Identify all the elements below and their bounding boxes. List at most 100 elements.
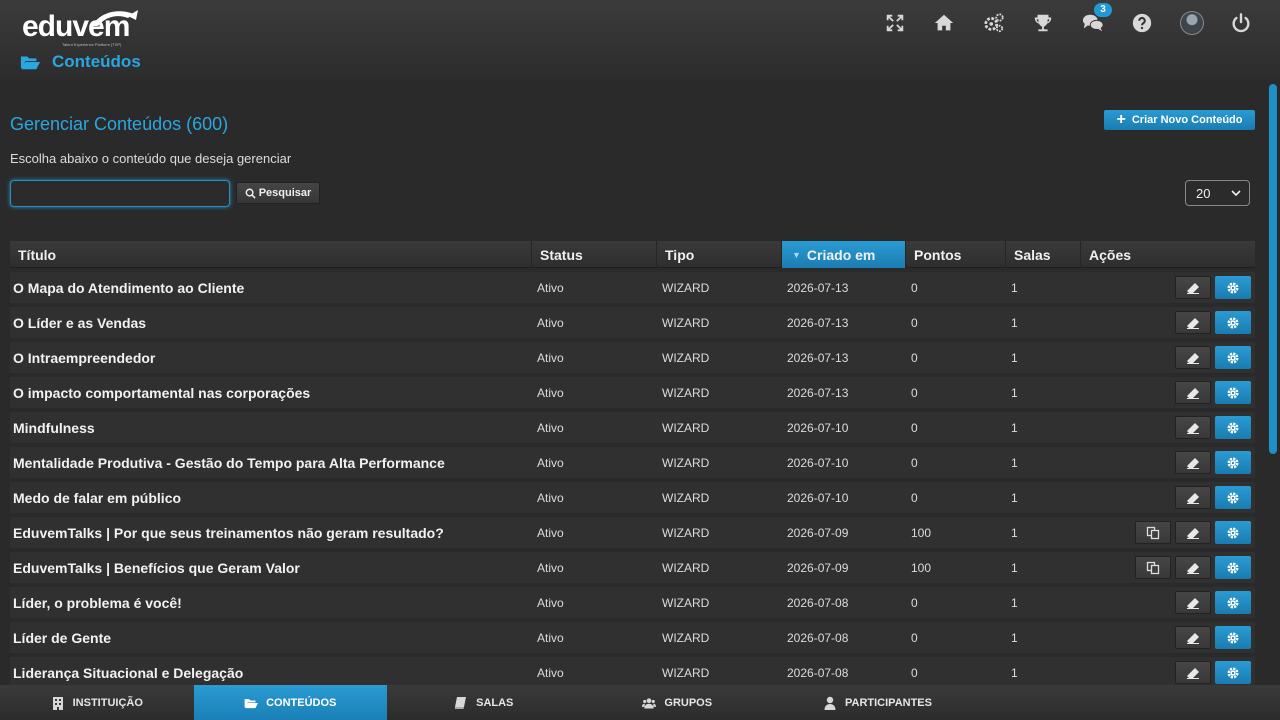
gear-icon <box>1227 387 1239 398</box>
page-subtitle: Escolha abaixo o conteúdo que deseja ger… <box>10 151 292 166</box>
nav-salas[interactable]: SALAS <box>387 685 581 720</box>
row-actions <box>1081 346 1255 369</box>
row-type: WIZARD <box>662 525 710 540</box>
nav-conteudos[interactable]: CONTEÚDOS <box>193 685 387 720</box>
chevron-down-icon <box>1231 190 1241 197</box>
row-rooms: 1 <box>1011 595 1018 610</box>
eduvem-logo[interactable]: eduvem Talent Experience Platform (TXP) <box>22 4 142 48</box>
copy-button[interactable] <box>1135 521 1171 544</box>
row-title[interactable]: EduvemTalks | Por que seus treinamentos … <box>10 517 532 548</box>
profile-button[interactable] <box>1167 8 1217 38</box>
row-title[interactable]: O Intraempreendedor <box>10 342 532 373</box>
settings-button[interactable] <box>1215 381 1251 404</box>
row-title[interactable]: EduvemTalks | Benefícios que Geram Valor <box>10 552 532 583</box>
settings-button[interactable] <box>1215 276 1251 299</box>
search-button[interactable]: Pesquisar <box>236 182 320 204</box>
nav-participantes[interactable]: PARTICIPANTES <box>774 685 981 720</box>
edit-button[interactable] <box>1175 451 1211 474</box>
settings-button[interactable] <box>1215 451 1251 474</box>
row-title[interactable]: O impacto comportamental nas corporações <box>10 377 532 408</box>
edit-button[interactable] <box>1175 661 1211 684</box>
copy-button[interactable] <box>1135 556 1171 579</box>
edit-button[interactable] <box>1175 521 1211 544</box>
row-title[interactable]: Liderança Situacional e Delegação <box>10 657 532 685</box>
row-points: 100 <box>911 560 932 575</box>
row-title[interactable]: Mentalidade Produtiva - Gestão do Tempo … <box>10 447 532 478</box>
row-title[interactable]: O Líder e as Vendas <box>10 307 532 338</box>
fullscreen-button[interactable] <box>870 8 920 38</box>
notification-badge: 3 <box>1094 3 1112 17</box>
eraser-icon <box>1187 282 1199 294</box>
edit-button[interactable] <box>1175 626 1211 649</box>
power-icon <box>1232 13 1250 33</box>
row-title[interactable]: Mindfulness <box>10 412 532 443</box>
column-header-points[interactable]: Pontos <box>906 241 1006 268</box>
table-row[interactable]: EduvemTalks | Benefícios que Geram Valor… <box>10 552 1255 583</box>
edit-button[interactable] <box>1175 346 1211 369</box>
row-title[interactable]: Líder, o problema é você! <box>10 587 532 618</box>
column-header-type[interactable]: Tipo <box>657 241 782 268</box>
table-row[interactable]: Líder de Gente Ativo WIZARD 2026-07-08 0 1 <box>10 622 1255 653</box>
column-header-status[interactable]: Status <box>532 241 657 268</box>
settings-button[interactable] <box>1215 556 1251 579</box>
settings-button[interactable] <box>1215 626 1251 649</box>
settings-button[interactable] <box>1215 346 1251 369</box>
create-content-button[interactable]: + Criar Novo Conteúdo <box>1104 110 1255 130</box>
table-row[interactable]: O Intraempreendedor Ativo WIZARD 2026-07-13… <box>10 342 1255 373</box>
table-row[interactable]: O Líder e as Vendas Ativo WIZARD 2026-07-13… <box>10 307 1255 338</box>
table-row[interactable]: Medo de falar em público Ativo WIZARD 2026-… <box>10 482 1255 513</box>
table-row[interactable]: Mindfulness Ativo WIZARD 2026-07-10 0 1 <box>10 412 1255 443</box>
nav-grupos[interactable]: GRUPOS <box>581 685 775 720</box>
table-row[interactable]: EduvemTalks | Por que seus treinamentos … <box>10 517 1255 548</box>
row-title[interactable]: Medo de falar em público <box>10 482 532 513</box>
eraser-icon <box>1187 387 1199 399</box>
search-input[interactable] <box>10 180 230 207</box>
breadcrumb: Conteúdos <box>20 52 141 72</box>
row-title[interactable]: O Mapa do Atendimento ao Cliente <box>10 272 532 303</box>
row-created: 2026-07-08 <box>787 630 849 645</box>
row-type: WIZARD <box>662 630 710 645</box>
edit-button[interactable] <box>1175 591 1211 614</box>
row-title[interactable]: Líder de Gente <box>10 622 532 653</box>
page-size-select[interactable]: 20 <box>1185 180 1250 206</box>
row-rooms: 1 <box>1011 665 1018 680</box>
table-row[interactable]: O Mapa do Atendimento ao Cliente Ativo WIZ… <box>10 272 1255 303</box>
breadcrumb-label[interactable]: Conteúdos <box>52 52 141 72</box>
help-button[interactable] <box>1118 8 1168 38</box>
scrollbar-thumb[interactable] <box>1269 84 1277 454</box>
settings-button[interactable] <box>1215 521 1251 544</box>
row-type: WIZARD <box>662 280 710 295</box>
top-header: eduvem Talent Experience Platform (TXP) … <box>0 0 1280 80</box>
settings-button[interactable] <box>1215 486 1251 509</box>
home-button[interactable] <box>920 8 970 38</box>
row-actions <box>1081 451 1255 474</box>
edit-button[interactable] <box>1175 556 1211 579</box>
edit-button[interactable] <box>1175 276 1211 299</box>
trophy-button[interactable] <box>1019 8 1069 38</box>
table-row[interactable]: Liderança Situacional e Delegação Ativo WI… <box>10 657 1255 685</box>
eraser-icon <box>1187 352 1199 364</box>
settings-icon <box>984 13 1004 33</box>
settings-button[interactable] <box>1215 311 1251 334</box>
edit-button[interactable] <box>1175 381 1211 404</box>
table-row[interactable]: O impacto comportamental nas corporações… <box>10 377 1255 408</box>
vertical-scrollbar[interactable] <box>1266 80 1280 685</box>
edit-button[interactable] <box>1175 486 1211 509</box>
gear-icon <box>1227 422 1239 433</box>
logout-button[interactable] <box>1217 8 1267 38</box>
plus-icon: + <box>1116 111 1126 128</box>
column-header-rooms[interactable]: Salas <box>1006 241 1081 268</box>
column-header-title[interactable]: Título <box>10 241 532 268</box>
nav-instituicao[interactable]: INSTITUIÇÃO <box>0 685 194 720</box>
settings-button[interactable] <box>969 8 1019 38</box>
column-header-created[interactable]: ▼ Criado em <box>782 241 906 268</box>
settings-button[interactable] <box>1215 416 1251 439</box>
search-button-label: Pesquisar <box>258 187 312 199</box>
table-row[interactable]: Mentalidade Produtiva - Gestão do Tempo … <box>10 447 1255 478</box>
edit-button[interactable] <box>1175 416 1211 439</box>
edit-button[interactable] <box>1175 311 1211 334</box>
settings-button[interactable] <box>1215 591 1251 614</box>
settings-button[interactable] <box>1215 661 1251 684</box>
table-row[interactable]: Líder, o problema é você! Ativo WIZARD 2026… <box>10 587 1255 618</box>
chat-button[interactable]: 3 <box>1068 3 1118 38</box>
